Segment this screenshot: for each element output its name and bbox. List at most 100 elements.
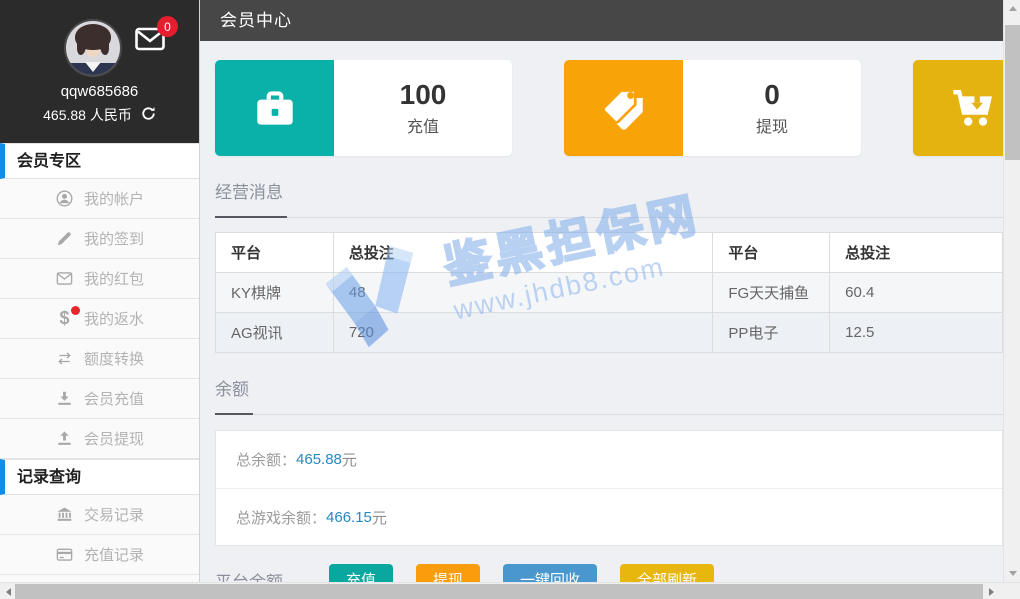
balance-text: 465.88 人民币 [43, 105, 132, 125]
dollar-glyph: $ [59, 309, 69, 328]
vertical-scrollbar[interactable] [1003, 0, 1020, 582]
scroll-up-button[interactable] [1004, 0, 1020, 17]
sidebar-item-deposit-records[interactable]: 充值记录 [0, 535, 199, 575]
bank-icon [55, 505, 74, 524]
cart-download-icon [913, 60, 1003, 156]
triangle-down-icon [1009, 571, 1017, 576]
horizontal-scroll-thumb[interactable] [15, 584, 983, 599]
section-business-header: 经营消息 [215, 178, 1003, 218]
balance-value: 466.15 [326, 509, 372, 526]
sidebar-item-my-redpacket[interactable]: 我的红包 [0, 259, 199, 299]
table-header-row: 平台 总投注 平台 总投注 [216, 233, 1003, 273]
pencil-icon [55, 229, 74, 248]
sidebar-nav: 会员专区 我的帐户 我的签到 我的红包 [0, 143, 199, 575]
main-area: 会员中心 100 充值 [200, 0, 1003, 582]
avatar-hair-right [100, 39, 109, 55]
scroll-right-button[interactable] [983, 583, 1000, 599]
cell-platform: PP电子 [713, 313, 830, 353]
envelope-icon [55, 269, 74, 288]
sidebar-item-my-account[interactable]: 我的帐户 [0, 179, 199, 219]
recharge-button[interactable]: 充值 [329, 564, 393, 582]
cell-total-bet: 720 [333, 313, 712, 353]
sidebar-item-member-withdraw[interactable]: 会员提现 [0, 419, 199, 459]
balance-unit: 元 [342, 449, 357, 470]
withdraw-button[interactable]: 提现 [416, 564, 480, 582]
nav-section-records: 记录查询 [0, 459, 199, 495]
sidebar-item-my-rebate[interactable]: $ 我的返水 [0, 299, 199, 339]
briefcase-icon [215, 60, 334, 156]
sidebar-item-label: 会员充值 [84, 388, 144, 409]
cell-total-bet: 12.5 [830, 313, 1003, 353]
section-balance-header: 余额 [215, 375, 1003, 415]
sidebar-item-label: 我的返水 [84, 308, 144, 329]
user-icon [55, 189, 74, 208]
refresh-icon[interactable] [141, 106, 156, 124]
cell-total-bet: 48 [333, 273, 712, 313]
stat-cards: 100 充值 0 提现 [215, 60, 1003, 156]
avatar-collar [85, 62, 101, 72]
stat-card-body: 0 提现 [683, 60, 861, 156]
balance-panel: 总余额：465.88元 总游戏余额：466.15元 [215, 430, 1003, 546]
sidebar-item-label: 充值记录 [84, 544, 144, 565]
col-platform: 平台 [713, 233, 830, 273]
deposit-icon [55, 389, 74, 408]
sidebar-item-member-deposit[interactable]: 会员充值 [0, 379, 199, 419]
stat-card-cart [913, 60, 1003, 156]
sidebar-item-label: 我的红包 [84, 268, 144, 289]
section-title: 平台余额 [215, 568, 287, 582]
profile-panel: 0 qqw685686 465.88 人民币 [0, 0, 199, 143]
triangle-up-icon [1009, 6, 1017, 11]
sidebar-item-label: 额度转换 [84, 348, 144, 369]
sidebar-item-transaction-records[interactable]: 交易记录 [0, 495, 199, 535]
sidebar-item-label: 会员提现 [84, 428, 144, 449]
table-row: AG视讯 720 PP电子 12.5 [216, 313, 1003, 353]
account-balance: 465.88 人民币 [0, 105, 199, 125]
stat-card-body: 100 充值 [334, 60, 512, 156]
tags-icon [564, 60, 683, 156]
horizontal-scrollbar[interactable] [0, 582, 1020, 599]
sidebar-item-label: 我的签到 [84, 228, 144, 249]
username: qqw685686 [0, 83, 199, 100]
platform-action-buttons: 充值 提现 一键回收 全部刷新 [329, 564, 714, 582]
col-platform: 平台 [216, 233, 334, 273]
sidebar-item-label: 交易记录 [84, 504, 144, 525]
card-icon [55, 545, 74, 564]
page-title: 会员中心 [220, 11, 292, 30]
mail-envelope-icon [135, 38, 165, 55]
balance-value: 465.88 [296, 451, 342, 468]
balance-label: 总余额： [236, 449, 296, 470]
page-title-bar: 会员中心 [200, 0, 1003, 41]
withdraw-icon [55, 429, 74, 448]
stat-label: 充值 [407, 113, 439, 137]
member-center-screen: 0 qqw685686 465.88 人民币 会员专区 我的帐户 [0, 0, 1020, 599]
vertical-scroll-thumb[interactable] [1005, 25, 1020, 160]
stat-card-withdraw: 0 提现 [564, 60, 861, 156]
triangle-left-icon [6, 588, 11, 596]
balance-label: 总游戏余额： [236, 507, 326, 528]
content: 100 充值 0 提现 [200, 41, 1003, 582]
mail-button[interactable]: 0 [135, 27, 165, 56]
sidebar-item-label: 我的帐户 [84, 188, 144, 209]
cell-platform: KY棋牌 [216, 273, 334, 313]
cell-total-bet: 60.4 [830, 273, 1003, 313]
one-key-recycle-button[interactable]: 一键回收 [503, 564, 597, 582]
stat-value: 0 [764, 80, 780, 110]
avatar [66, 21, 120, 75]
cell-platform: AG视讯 [216, 313, 334, 353]
section-title: 经营消息 [215, 178, 287, 218]
stat-label: 提现 [756, 113, 788, 137]
sidebar-item-my-checkin[interactable]: 我的签到 [0, 219, 199, 259]
table-row: KY棋牌 48 FG天天捕鱼 60.4 [216, 273, 1003, 313]
total-balance-row: 总余额：465.88元 [216, 431, 1002, 488]
notification-dot [71, 306, 80, 315]
refresh-all-button[interactable]: 全部刷新 [620, 564, 714, 582]
col-total-bet: 总投注 [830, 233, 1003, 273]
sidebar: 0 qqw685686 465.88 人民币 会员专区 我的帐户 [0, 0, 200, 582]
avatar-hair-left [77, 39, 86, 55]
section-platform-balance-header: 平台余额 充值 提现 一键回收 全部刷新 [215, 568, 1003, 582]
scroll-down-button[interactable] [1004, 565, 1020, 582]
total-game-balance-row: 总游戏余额：466.15元 [216, 488, 1002, 545]
stat-value: 100 [400, 80, 447, 110]
sidebar-item-quota-transfer[interactable]: 额度转换 [0, 339, 199, 379]
balance-unit: 元 [372, 507, 387, 528]
